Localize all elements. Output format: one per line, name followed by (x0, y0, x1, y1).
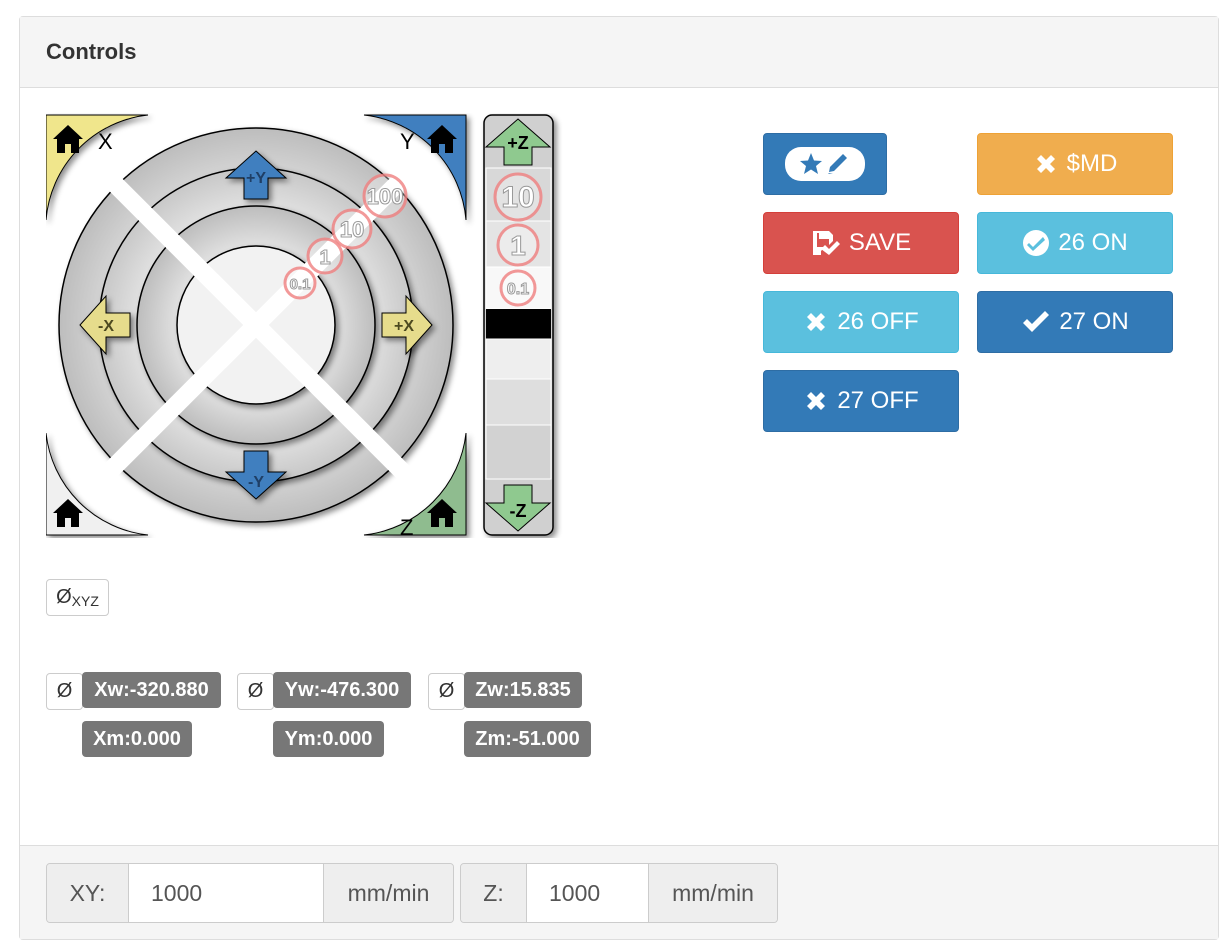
pin-27-on-label: 27 ON (1059, 308, 1129, 335)
md-button[interactable]: $MD (977, 133, 1173, 195)
zero-z-symbol: Ø (438, 680, 455, 702)
pin-26-off-label: 26 OFF (837, 308, 919, 335)
close-icon (807, 392, 826, 410)
save-icon (812, 231, 840, 255)
save-button-label: SAVE (848, 229, 912, 256)
z-step-1: 1 (510, 230, 526, 261)
check-icon (1023, 311, 1050, 332)
controls-panel: Controls +Y -Y -X +X 100 10 1 0.1 X Y Z … (19, 16, 1219, 940)
save-button[interactable]: SAVE (763, 212, 959, 274)
pin-27-off-button[interactable]: 27 OFF (763, 370, 959, 432)
xy-feedrate-label: XY: (47, 864, 128, 922)
z-machine-position: Zm:-51.000 (464, 721, 591, 757)
pin-26-off-button[interactable]: 26 OFF (763, 291, 959, 353)
xy-feedrate-unit: mm/min (324, 864, 453, 922)
z-feedrate-label: Z: (461, 864, 526, 922)
feedrate-footer: XY: mm/min Z: mm/min (20, 845, 1218, 939)
z-plus-label: +Z (507, 133, 529, 153)
zero-all-button[interactable]: Ø XYZ (46, 579, 109, 616)
z-feedrate-group: Z: mm/min (460, 863, 778, 923)
z-work-position: Zw:15.835 (464, 672, 582, 708)
zero-y-symbol: Ø (247, 680, 264, 702)
z-step-10: 10 (501, 181, 534, 214)
zero-z-button[interactable]: Ø (428, 673, 465, 710)
x-plus-label: +X (394, 318, 414, 335)
home-x-label: X (98, 129, 113, 154)
jog-control: +Y -Y -X +X 100 10 1 0.1 X Y Z +Z -Z 10 … (46, 114, 554, 538)
y-work-position: Yw:-476.300 (273, 672, 411, 708)
z-feedrate-input[interactable] (526, 864, 649, 922)
x-minus-label: -X (98, 318, 114, 335)
bookmark-button[interactable] (763, 133, 887, 195)
x-work-position: Xw:-320.880 (82, 672, 221, 708)
z-minus-label: -Z (510, 501, 527, 521)
pin-27-on-button[interactable]: 27 ON (977, 291, 1173, 353)
y-minus-label: -Y (248, 474, 264, 491)
star-pencil-icon (785, 147, 865, 181)
home-y-label: Y (400, 129, 415, 154)
z-feedrate-unit: mm/min (649, 864, 777, 922)
zero-x-button[interactable]: Ø (46, 673, 83, 710)
z-step-indicators: 10 1 0.1 (493, 172, 543, 307)
y-machine-position: Ym:0.000 (273, 721, 384, 757)
y-plus-label: +Y (246, 170, 266, 187)
panel-heading: Controls (20, 17, 1218, 88)
xy-step-100: 100 (367, 184, 404, 209)
close-icon (1036, 155, 1055, 173)
home-z-label: Z (400, 515, 413, 538)
panel-title: Controls (46, 39, 137, 64)
zero-y-button[interactable]: Ø (237, 673, 274, 710)
pin-26-on-button[interactable]: 26 ON (977, 212, 1173, 274)
zero-all-symbol: Ø (56, 586, 72, 608)
xy-feedrate-input[interactable] (128, 864, 324, 922)
pin-26-on-label: 26 ON (1058, 229, 1128, 256)
xy-step-10: 10 (340, 217, 364, 242)
xy-step-1: 1 (319, 247, 330, 269)
xy-feedrate-group: XY: mm/min (46, 863, 454, 923)
zero-all-sub: XYZ (71, 592, 99, 609)
xy-step-0.1: 0.1 (290, 276, 311, 293)
x-machine-position: Xm:0.000 (82, 721, 192, 757)
z-step-0.1: 0.1 (507, 281, 529, 298)
pin-27-off-label: 27 OFF (837, 387, 919, 414)
md-button-label: $MD (1066, 150, 1118, 177)
zero-x-symbol: Ø (56, 680, 73, 702)
close-icon (807, 313, 826, 331)
check-circle-icon (1023, 230, 1050, 256)
